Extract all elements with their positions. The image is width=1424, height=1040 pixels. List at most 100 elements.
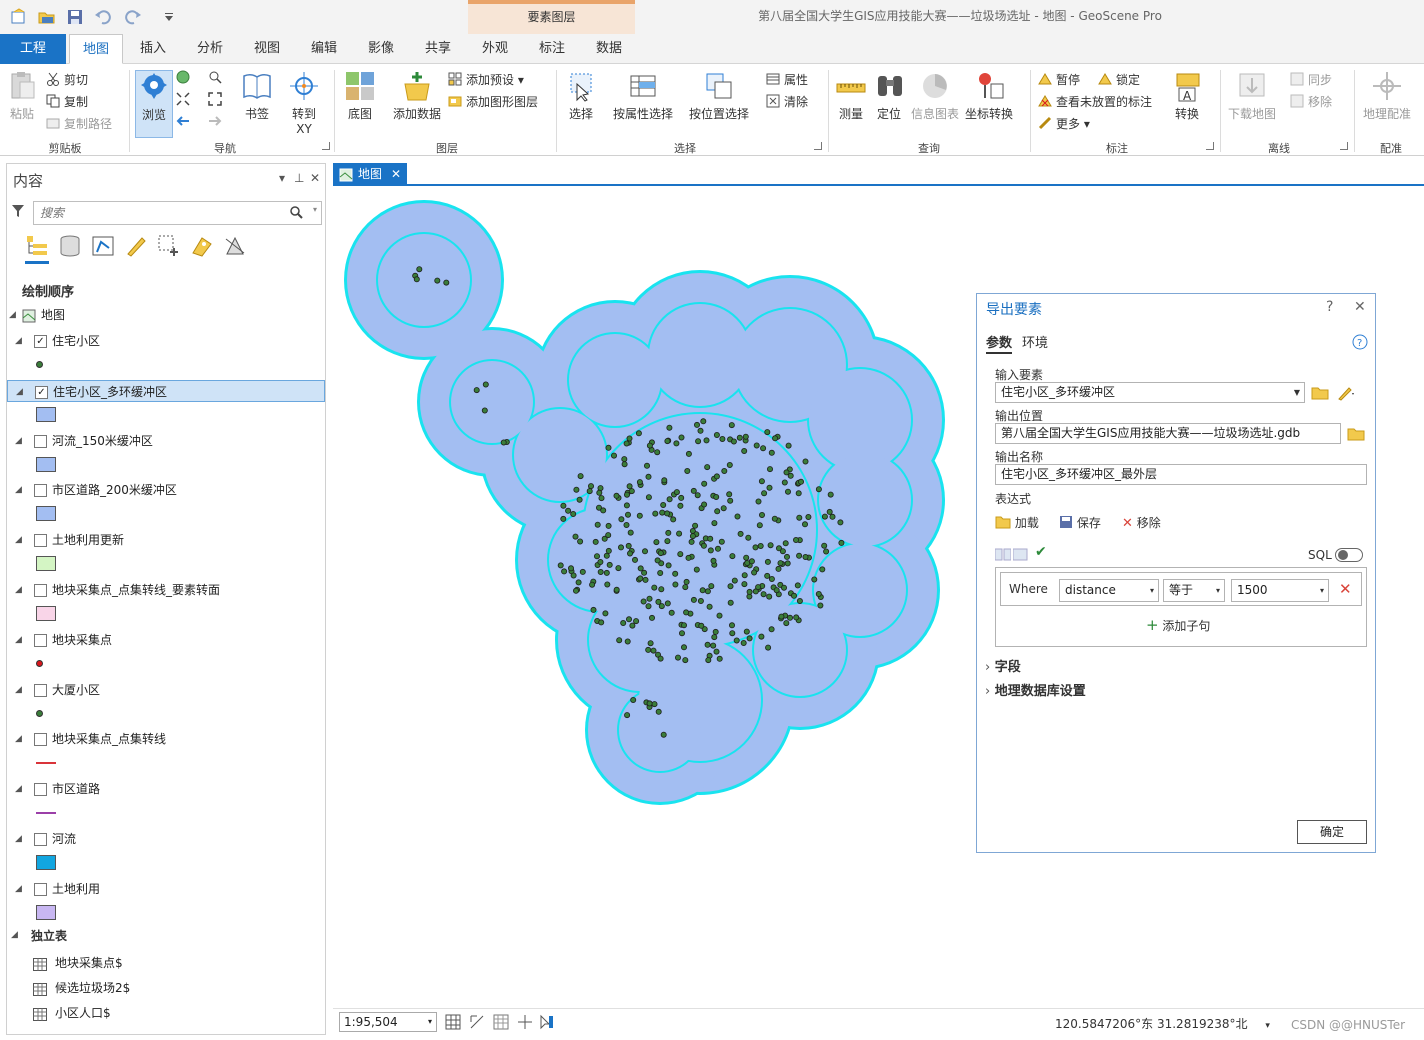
tab-parameters[interactable]: 参数 [986,332,1013,354]
layer-visibility-checkbox[interactable]: ✓ [35,385,48,399]
selection-launcher-icon[interactable] [814,142,822,150]
clause-field-select[interactable]: distance ▾ [1059,579,1159,602]
list-by-labeling-icon[interactable] [190,234,214,258]
tab-edit[interactable]: 编辑 [297,34,351,64]
add-graphics-layer-button[interactable]: 添加图形图层 [448,92,538,112]
layer-symbol[interactable] [36,762,56,765]
layer-row[interactable]: ◢ 地块采集点_点集转线 [7,728,325,750]
select-by-location-button[interactable]: 按位置选择 [688,70,750,122]
delete-clause-icon[interactable]: ✕ [1339,580,1352,598]
sql-toggle-switch[interactable] [1335,548,1363,562]
layer-row[interactable]: ◢ 河流_150米缓冲区 [7,430,325,452]
layer-visibility-checkbox[interactable] [34,833,47,846]
list-by-editing-icon[interactable] [124,234,148,258]
navigate-launcher-icon[interactable] [322,142,330,150]
add-clause-button[interactable]: + 添加子句 [1146,616,1210,634]
layer-symbol[interactable] [36,456,56,472]
tab-imagery[interactable]: 影像 [354,34,408,64]
filter-icon[interactable] [11,204,25,221]
attributes-button[interactable]: 属性 [766,70,808,90]
previous-extent-icon[interactable] [176,114,194,134]
fields-expander[interactable]: › 字段 [985,656,1021,675]
layer-symbol[interactable] [36,855,56,870]
list-by-drawing-order-icon[interactable] [25,234,49,264]
list-by-data-source-icon[interactable] [58,234,82,258]
layer-row[interactable]: ◢ 市区道路 [7,778,325,800]
search-box[interactable]: ▾ [33,201,322,225]
tab-share[interactable]: 共享 [411,34,465,64]
tab-data[interactable]: 数据 [582,34,636,64]
layer-visibility-checkbox[interactable] [34,882,47,896]
layer-collapse-icon[interactable]: ◢ [15,629,22,651]
bookmarks-button[interactable]: 书签 [240,70,274,122]
tab-environments[interactable]: 环境 [1022,332,1048,351]
list-by-selection-icon[interactable] [91,234,115,258]
tool-help-icon[interactable]: ? [1352,334,1368,353]
layer-visibility-checkbox[interactable] [34,783,47,797]
paste-button[interactable]: 粘贴 [6,70,38,122]
save-expression-button[interactable]: 保存 [1059,514,1101,532]
add-preset-button[interactable]: 添加预设 ▾ [448,70,524,90]
pause-labeling-button[interactable]: 暂停 [1038,70,1080,90]
field-dropdown-icon[interactable]: ▾ [1150,580,1154,601]
gdb-settings-expander[interactable]: › 地理数据库设置 [985,680,1086,699]
georeference-button[interactable]: 地理配准 [1358,70,1416,122]
layer-collapse-icon[interactable]: ◢ [15,529,22,551]
search-input[interactable] [34,202,274,224]
layer-symbol[interactable] [36,709,43,717]
tab-analysis[interactable]: 分析 [183,34,237,64]
layer-symbol[interactable] [36,904,56,920]
add-data-button[interactable]: 添加数据 [392,70,442,122]
layer-visibility-checkbox[interactable] [34,534,47,548]
dialog-help-button[interactable]: ? [1326,299,1333,315]
explore-button[interactable]: 浏览 [135,70,173,138]
layer-row[interactable]: ◢ 大厦小区 [7,679,325,701]
grid-icon[interactable] [445,1014,461,1030]
layer-symbol[interactable] [36,361,43,368]
measure-button[interactable]: 测量 [834,70,868,122]
snapping-icon[interactable] [517,1014,533,1030]
offline-launcher-icon[interactable] [1340,142,1348,150]
list-by-perspective-icon[interactable] [223,234,247,258]
scale-selector[interactable]: 1:95,504 ▾ [339,1012,437,1032]
layer-collapse-icon[interactable]: ◢ [15,728,22,750]
layer-collapse-icon[interactable]: ◢ [15,778,22,800]
zoom-to-layer-icon[interactable] [208,70,226,90]
basemap-button[interactable]: 底图 [342,70,378,122]
standalone-table-row[interactable]: 候选垃圾场2$ [7,977,325,999]
copy-path-button[interactable]: 复制路径 [46,114,112,134]
layer-collapse-icon[interactable]: ◢ [15,679,22,701]
layer-visibility-checkbox[interactable] [34,484,47,498]
tab-insert[interactable]: 插入 [126,34,180,64]
layer-row[interactable]: ◢ ✓ 住宅小区 [7,330,325,352]
layer-collapse-icon[interactable]: ◢ [15,330,22,352]
layer-collapse-icon[interactable]: ◢ [15,430,22,452]
download-map-button[interactable]: 下载地图 [1226,70,1278,122]
layer-collapse-icon[interactable]: ◢ [16,381,23,403]
input-features-select[interactable]: 住宅小区_多环缓冲区 ▼ [995,382,1305,403]
select-button[interactable]: 选择 [564,70,598,122]
collapse-triangle-icon[interactable]: ◢ [9,304,16,326]
fixed-zoom-in-icon[interactable] [176,92,194,112]
layer-visibility-checkbox[interactable]: ✓ [34,335,47,348]
table-grid-icon[interactable] [493,1014,509,1030]
layer-row[interactable]: ◢ 地块采集点 [7,629,325,651]
input-dropdown-icon[interactable]: ▼ [1294,383,1300,402]
tab-view[interactable]: 视图 [240,34,294,64]
more-labeling-button[interactable]: 更多 ▾ [1038,114,1090,134]
list-by-snapping-icon[interactable] [157,234,181,258]
output-location-field[interactable]: 第八届全国大学生GIS应用技能大赛——垃圾场选址.gdb [995,423,1341,444]
ok-button[interactable]: 确定 [1297,820,1367,844]
layer-visibility-checkbox[interactable] [34,733,47,747]
view-unplaced-button[interactable]: 查看未放置的标注 [1038,92,1152,112]
map-node[interactable]: ◢ 地图 [7,304,325,326]
clear-selection-button[interactable]: 清除 [766,92,808,112]
layer-row[interactable]: ◢ 土地利用更新 [7,529,325,551]
convert-labels-button[interactable]: A 转换 [1170,70,1204,122]
operator-dropdown-icon[interactable]: ▾ [1216,580,1220,601]
redo-icon[interactable] [124,8,142,26]
locate-button[interactable]: 定位 [874,70,904,122]
infographics-button[interactable]: 信息图表 [910,70,960,122]
edit-pencil-icon[interactable] [1337,385,1355,401]
layer-row[interactable]: ◢ 市区道路_200米缓冲区 [7,479,325,501]
